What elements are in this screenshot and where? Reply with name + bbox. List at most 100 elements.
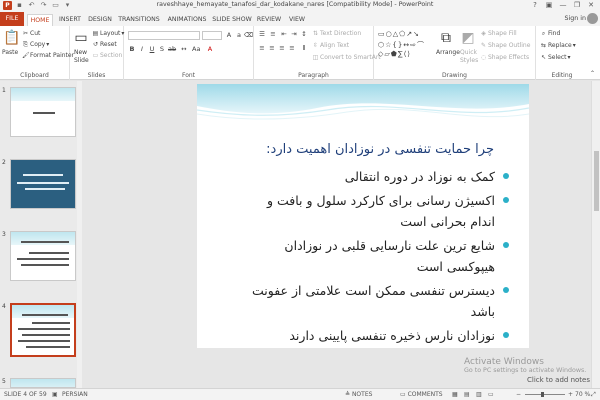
reading-view-icon[interactable]: ▥: [476, 391, 482, 398]
copy-button[interactable]: ⎘ Copy ▾: [22, 41, 49, 48]
bullets-icon[interactable]: ☰: [258, 30, 266, 38]
line-spacing-icon[interactable]: ↕: [300, 30, 308, 38]
shapes-gallery-row3[interactable]: ◇▱⬟∑⟨⟩: [378, 50, 411, 58]
char-spacing-icon[interactable]: ↔: [180, 45, 188, 53]
shadow-icon[interactable]: S: [158, 45, 166, 53]
redo-icon[interactable]: ↷: [39, 1, 48, 10]
zoom-level[interactable]: 70 %: [575, 391, 590, 398]
underline-icon[interactable]: U: [148, 45, 156, 53]
notes-toggle[interactable]: ≜ NOTES: [345, 391, 372, 398]
select-button[interactable]: ↖ Select ▾: [540, 54, 571, 61]
shrink-font-icon[interactable]: a: [235, 31, 243, 39]
scrollbar-thumb[interactable]: [594, 151, 599, 211]
grow-font-icon[interactable]: A: [225, 31, 233, 39]
slide-thumbnail-4[interactable]: [10, 303, 76, 357]
slide-thumbnail-5[interactable]: [10, 378, 76, 388]
slideshow-view-icon[interactable]: ▭: [488, 391, 494, 398]
font-name-dropdown[interactable]: [128, 31, 200, 40]
layout-button[interactable]: ▤ Layout ▾: [92, 30, 125, 37]
italic-icon[interactable]: I: [138, 45, 146, 53]
shapes-gallery-row2[interactable]: ⬡☆{}↔⇨⌒: [378, 40, 425, 50]
help-icon[interactable]: ?: [528, 0, 542, 11]
font-size-dropdown[interactable]: [202, 31, 222, 40]
save-icon[interactable]: ▪: [15, 1, 24, 10]
slide-thumbnail-2[interactable]: [10, 159, 76, 209]
font-color-icon[interactable]: A: [206, 45, 214, 53]
align-text-button[interactable]: ⇳ Align Text: [312, 42, 349, 49]
align-center-icon[interactable]: ≡: [268, 44, 276, 52]
numbering-icon[interactable]: ≡: [269, 30, 277, 38]
zoom-slider[interactable]: [525, 394, 565, 395]
quick-styles-button[interactable]: Quick: [460, 49, 477, 56]
change-case-icon[interactable]: Aa: [192, 45, 200, 53]
decrease-indent-icon[interactable]: ⇤: [280, 30, 288, 38]
clear-format-icon[interactable]: ⌫: [244, 31, 253, 39]
justify-icon[interactable]: ≡: [288, 44, 296, 52]
zoom-in-icon[interactable]: +: [568, 391, 573, 398]
thumb-text: [18, 328, 70, 330]
text-direction-button[interactable]: ⇅ Text Direction: [312, 30, 361, 37]
shapes-gallery-icon[interactable]: ▭○△⬠↗↘: [378, 30, 420, 38]
bold-icon[interactable]: B: [128, 45, 136, 53]
tab-home[interactable]: HOME: [27, 14, 53, 26]
normal-view-icon[interactable]: ▦: [452, 391, 458, 398]
section-button[interactable]: ▭ Section: [92, 52, 123, 59]
language-indicator[interactable]: PERSIAN: [62, 391, 88, 398]
editor-scrollbar[interactable]: [591, 81, 600, 388]
tab-transitions[interactable]: TRANSITIONS: [117, 14, 161, 26]
increase-indent-icon[interactable]: ⇥: [290, 30, 298, 38]
tab-review[interactable]: REVIEW: [255, 14, 283, 26]
columns-icon[interactable]: ⫴: [300, 44, 308, 52]
customize-qat-icon[interactable]: ▾: [63, 1, 72, 10]
replace-button[interactable]: ⇆ Replace ▾: [540, 42, 576, 49]
close-button[interactable]: ✕: [584, 0, 598, 11]
start-slideshow-icon[interactable]: ▭: [51, 1, 60, 10]
slide-thumbnail-1[interactable]: [10, 87, 76, 137]
tab-file[interactable]: FILE: [0, 12, 24, 26]
format-painter-button[interactable]: 🖌 Format Painter: [22, 52, 74, 59]
shape-outline-button[interactable]: ✎ Shape Outline: [480, 42, 530, 49]
quick-styles-icon[interactable]: ◩: [460, 29, 476, 47]
spellcheck-icon[interactable]: ▣: [52, 391, 58, 398]
slide-canvas[interactable]: چرا حمایت تنفسی در نوزادان اهمیت دارد: ک…: [197, 84, 529, 348]
shape-effects-button[interactable]: ◌ Shape Effects: [480, 54, 529, 61]
comments-toggle[interactable]: ▭ COMMENTS: [400, 391, 443, 398]
slide-sorter-icon[interactable]: ▤: [464, 391, 470, 398]
powerpoint-window: P ▪ ↶ ↷ ▭ ▾ raveshhaye_hemayate_tanafosi…: [0, 0, 600, 400]
avatar[interactable]: [587, 13, 598, 24]
convert-smartart-button[interactable]: ◫ Convert to SmartArt: [312, 54, 381, 61]
cut-button[interactable]: ✂ Cut: [22, 30, 40, 37]
slide-title[interactable]: چرا حمایت تنفسی در نوزادان اهمیت دارد:: [266, 142, 494, 157]
tab-design[interactable]: DESIGN: [86, 14, 114, 26]
slide-bullets[interactable]: کمک به نوزاد در دوره انتقالی اکسیژن رسان…: [239, 166, 509, 348]
tab-view[interactable]: VIEW: [285, 14, 309, 26]
slide-thumbnail-3[interactable]: [10, 231, 76, 281]
fit-slide-icon[interactable]: ⤢: [591, 391, 596, 399]
minimize-button[interactable]: —: [556, 0, 570, 11]
paste-button[interactable]: Paste: [2, 49, 18, 56]
zoom-out-icon[interactable]: −: [516, 391, 521, 398]
collapse-ribbon-icon[interactable]: ⌃: [590, 70, 595, 77]
align-left-icon[interactable]: ≡: [258, 44, 266, 52]
ribbon-display-icon[interactable]: ▣: [542, 0, 556, 11]
align-right-icon[interactable]: ≡: [278, 44, 286, 52]
paragraph-label: Paragraph: [298, 72, 329, 79]
strikethrough-icon[interactable]: ab: [168, 45, 176, 53]
zoom-slider-handle[interactable]: [541, 392, 544, 397]
notes-placeholder[interactable]: Click to add notes: [527, 376, 590, 384]
tab-slide-show[interactable]: SLIDE SHOW: [212, 14, 252, 26]
arrange-icon[interactable]: ⧉: [438, 29, 454, 47]
new-slide-button[interactable]: New: [74, 49, 87, 56]
find-button[interactable]: ⌕ Find: [540, 30, 560, 37]
undo-icon[interactable]: ↶: [27, 1, 36, 10]
tab-animations[interactable]: ANIMATIONS: [165, 14, 209, 26]
restore-button[interactable]: ❐: [570, 0, 584, 11]
shape-fill-button[interactable]: ◈ Shape Fill: [480, 30, 517, 37]
new-slide-icon[interactable]: ▭: [73, 29, 89, 47]
tab-insert[interactable]: INSERT: [57, 14, 83, 26]
paste-icon[interactable]: 📋: [3, 29, 20, 47]
new-slide-label2: Slide: [74, 57, 89, 64]
arrange-button[interactable]: Arrange: [436, 49, 460, 56]
sign-in-link[interactable]: Sign in: [565, 15, 586, 22]
reset-button[interactable]: ↺ Reset: [92, 41, 117, 48]
